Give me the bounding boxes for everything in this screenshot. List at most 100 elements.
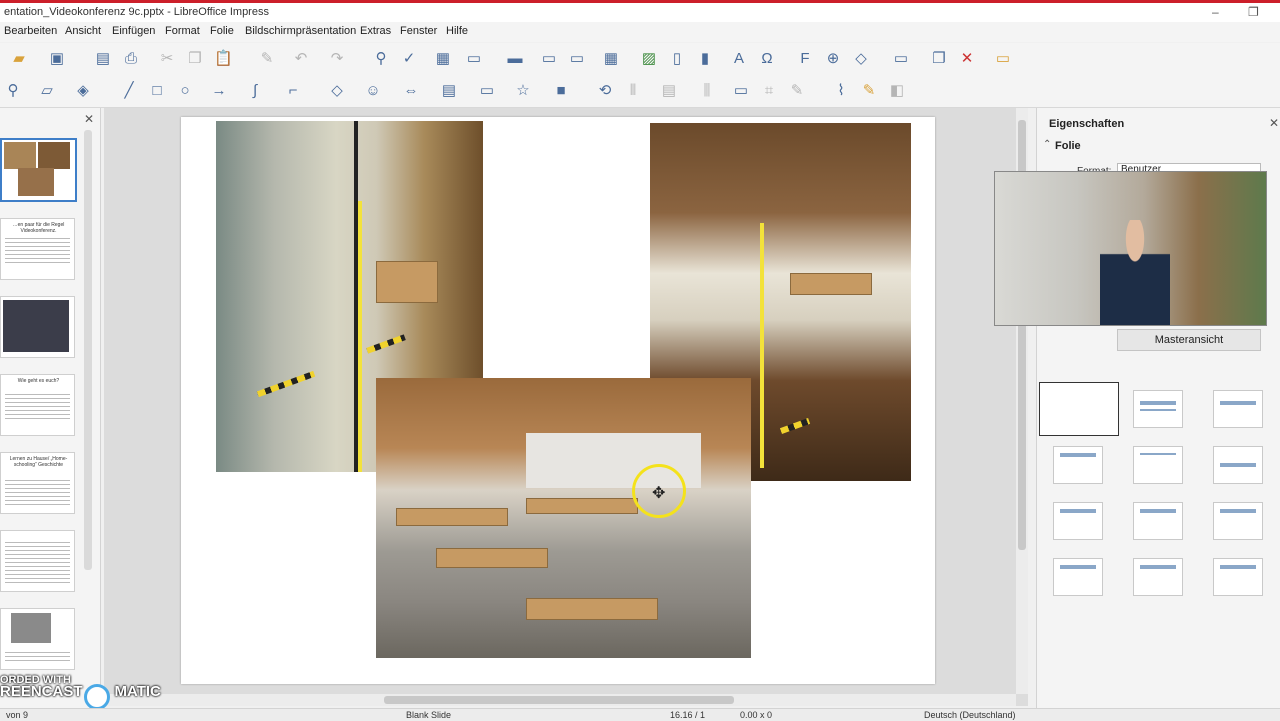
callout-icon[interactable]: ▭ xyxy=(478,82,496,100)
distribute-icon[interactable]: ⫼ xyxy=(698,82,716,100)
undo-icon[interactable]: ↶ xyxy=(292,50,310,68)
print-icon[interactable]: ⎙ xyxy=(122,50,140,68)
watermark-line3: MATIC xyxy=(114,683,161,700)
layout-blank[interactable] xyxy=(1039,382,1119,436)
layout-2-content-2[interactable] xyxy=(1213,502,1263,540)
status-page: von 9 xyxy=(6,710,29,720)
shadow-icon[interactable]: ▭ xyxy=(732,82,750,100)
menu-einfuegen[interactable]: Einfügen xyxy=(112,25,155,37)
slide-thumbnail-4[interactable]: Wie geht es euch? xyxy=(0,374,75,436)
layout-title-centered[interactable] xyxy=(1213,446,1263,484)
minimize-icon[interactable]: – xyxy=(1212,5,1219,19)
layout-title-content[interactable] xyxy=(1133,390,1183,428)
slide-layout-icon[interactable]: ▭ xyxy=(994,50,1012,68)
master-view-button[interactable]: Masteransicht xyxy=(1117,329,1261,351)
table-icon[interactable]: ▦ xyxy=(602,50,620,68)
redo-icon[interactable]: ↷ xyxy=(328,50,346,68)
close-panel-icon[interactable]: ✕ xyxy=(84,112,94,126)
find-replace-icon[interactable]: ⚲ xyxy=(372,50,390,68)
image-icon[interactable]: ▨ xyxy=(640,50,658,68)
rectangle-tool-icon[interactable]: □ xyxy=(148,82,166,100)
arrange-icon[interactable]: ▤ xyxy=(660,82,678,100)
layout-centered-text[interactable] xyxy=(1133,446,1183,484)
hyperlink-icon[interactable]: ⊕ xyxy=(824,50,842,68)
delete-slide-icon[interactable]: ✕ xyxy=(958,50,976,68)
connector-icon[interactable]: ⌐ xyxy=(284,82,302,100)
menu-extras[interactable]: Extras xyxy=(360,25,391,37)
menu-folie[interactable]: Folie xyxy=(210,25,234,37)
basic-shapes-icon[interactable]: ◇ xyxy=(328,82,346,100)
flowchart-icon[interactable]: ▤ xyxy=(440,82,458,100)
block-arrows-icon[interactable]: ⇔ xyxy=(402,82,420,100)
section-folie[interactable]: Folie xyxy=(1055,140,1081,152)
new-slide-icon[interactable]: ▭ xyxy=(892,50,910,68)
special-character-icon[interactable]: Ω xyxy=(758,50,776,68)
start-presentation-icon[interactable]: ▭ xyxy=(540,50,558,68)
slide-thumbnail-2[interactable]: …en paar für die Regel Videokonferenz. xyxy=(0,218,75,280)
3d-objects-icon[interactable]: ■ xyxy=(552,82,570,100)
textbox-icon[interactable]: A xyxy=(730,50,748,68)
menu-ansicht[interactable]: Ansicht xyxy=(65,25,101,37)
menu-hilfe[interactable]: Hilfe xyxy=(446,25,468,37)
save-icon[interactable]: ▣ xyxy=(48,50,66,68)
layout-title-4-content[interactable] xyxy=(1133,558,1183,596)
toggle-extrusion-icon[interactable]: ◧ xyxy=(888,82,906,100)
menu-bearbeiten[interactable]: Bearbeiten xyxy=(4,25,57,37)
slide-thumbnail-1[interactable] xyxy=(0,138,77,202)
restore-icon[interactable]: ❐ xyxy=(1248,5,1259,19)
ellipse-tool-icon[interactable]: ○ xyxy=(176,82,194,100)
zoom-icon[interactable]: ⚲ xyxy=(4,82,22,100)
clone-formatting-icon[interactable]: ✎ xyxy=(258,50,276,68)
media-icon[interactable]: ▯ xyxy=(668,50,686,68)
rotate-icon[interactable]: ⟲ xyxy=(596,82,614,100)
close-sidebar-icon[interactable]: ✕ xyxy=(1269,116,1279,130)
fontwork-icon[interactable]: F xyxy=(796,50,814,68)
presentation-current-icon[interactable]: ▭ xyxy=(568,50,586,68)
layout-two-content[interactable] xyxy=(1053,446,1103,484)
fill-color-icon[interactable]: ◈ xyxy=(74,82,92,100)
layout-title-2-content[interactable] xyxy=(1053,502,1103,540)
curve-tool-icon[interactable]: ∫ xyxy=(246,82,264,100)
photo-classroom[interactable] xyxy=(376,378,751,658)
align-icon[interactable]: ⫴ xyxy=(624,82,642,100)
duplicate-slide-icon[interactable]: ❐ xyxy=(930,50,948,68)
floor-marking xyxy=(366,334,406,354)
filter-icon[interactable]: ✎ xyxy=(788,82,806,100)
slide-thumbnail-5[interactable]: Lernen zu Hause/ „Home-schooling“ Geschi… xyxy=(0,452,75,514)
layout-content-2[interactable] xyxy=(1133,502,1183,540)
menu-format[interactable]: Format xyxy=(165,25,200,37)
status-language[interactable]: Deutsch (Deutschland) xyxy=(924,709,1016,721)
glue-points-icon[interactable]: ✎ xyxy=(860,82,878,100)
grid-icon[interactable]: ▦ xyxy=(434,50,452,68)
master-slide-icon[interactable]: ▬ xyxy=(506,50,524,68)
stars-icon[interactable]: ☆ xyxy=(514,82,532,100)
layout-title-6-content[interactable] xyxy=(1213,558,1263,596)
menu-bildschirmpraesentation[interactable]: Bildschirmpräsentation xyxy=(245,25,356,37)
points-icon[interactable]: ⌇ xyxy=(832,82,850,100)
cut-icon[interactable]: ✂ xyxy=(158,50,176,68)
horizontal-scrollbar[interactable] xyxy=(104,694,1016,706)
layout-title-only[interactable] xyxy=(1213,390,1263,428)
menu-fenster[interactable]: Fenster xyxy=(400,25,437,37)
crop-icon[interactable]: ⌗ xyxy=(760,82,778,100)
line-color-icon[interactable]: ▱ xyxy=(38,82,56,100)
collapse-icon[interactable]: ⌃ xyxy=(1043,139,1051,150)
export-pdf-icon[interactable]: ▤ xyxy=(94,50,112,68)
slide-thumbnail-3[interactable] xyxy=(0,296,75,358)
slide-panel-scrollbar[interactable] xyxy=(84,130,92,570)
arrow-line-icon[interactable]: → xyxy=(210,82,228,100)
line-tool-icon[interactable]: ╱ xyxy=(120,82,138,100)
copy-icon[interactable]: ❐ xyxy=(186,50,204,68)
display-views-icon[interactable]: ▭ xyxy=(465,50,483,68)
slide-thumbnail-6[interactable] xyxy=(0,530,75,592)
paste-icon[interactable]: 📋 xyxy=(214,50,233,68)
slide-thumbnail-7[interactable] xyxy=(0,608,75,670)
status-bar: von 9 Blank Slide 16.16 / 1 0.00 x 0 Deu… xyxy=(0,708,1280,721)
spelling-icon[interactable]: ✓ xyxy=(400,50,418,68)
show-draw-functions-icon[interactable]: ◇ xyxy=(852,50,870,68)
layout-title-2-rows[interactable] xyxy=(1053,558,1103,596)
open-icon[interactable]: ▰ xyxy=(10,50,28,68)
symbol-shapes-icon[interactable]: ☺ xyxy=(364,82,382,100)
drawing-toolbar: ⚲ ▱ ◈ ╱ □ ○ → ∫ ⌐ ◇ ☺ ⇔ ▤ ▭ ☆ ■ ⟲ ⫴ ▤ ⫼ … xyxy=(0,75,1280,108)
chart-icon[interactable]: ▮ xyxy=(696,50,714,68)
